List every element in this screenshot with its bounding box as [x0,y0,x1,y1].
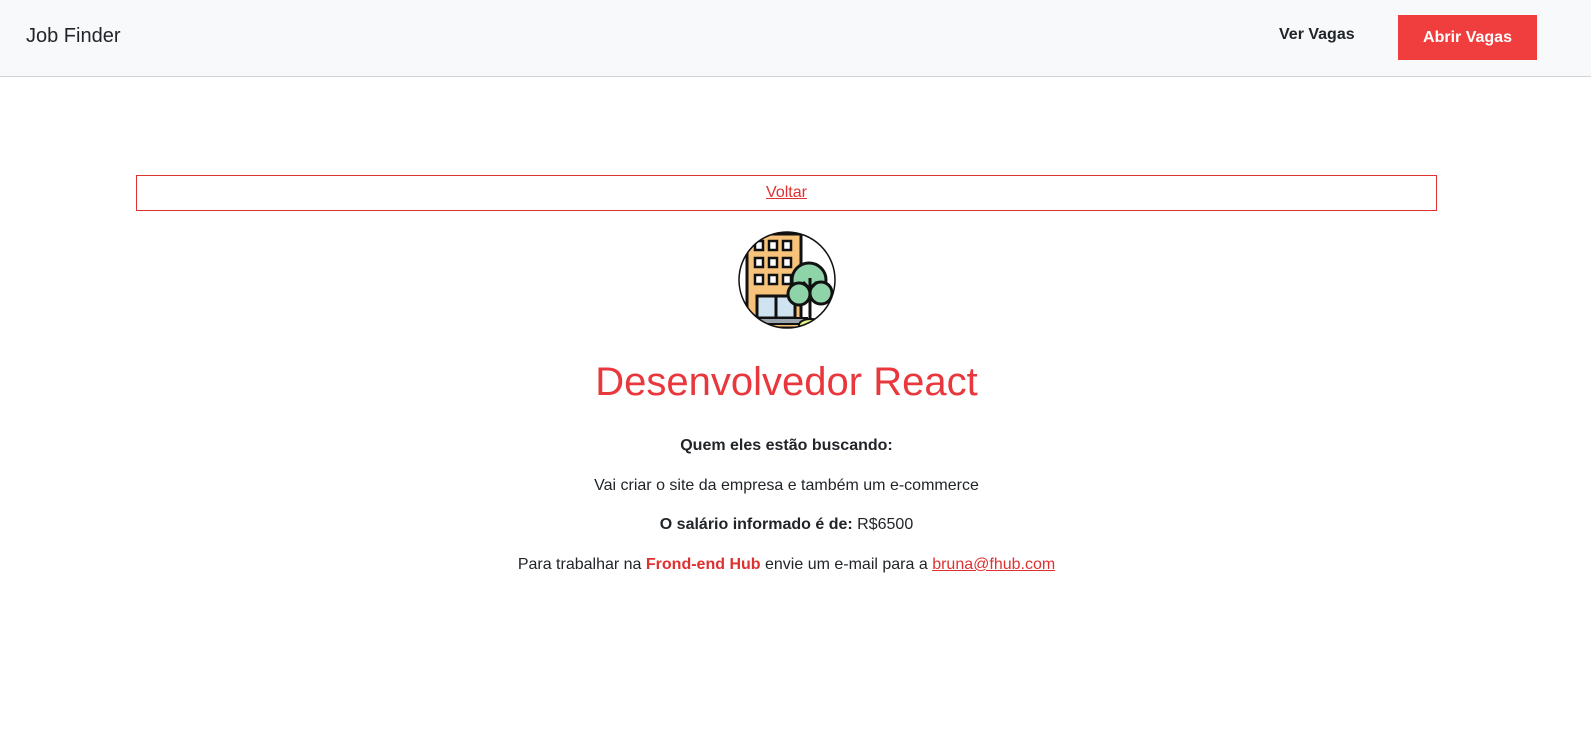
job-description: Vai criar o site da empresa e também um … [594,477,979,494]
back-container: Voltar [136,175,1437,211]
brand-link[interactable]: Job Finder [26,25,121,48]
looking-for-heading: Quem eles estão buscando: [680,437,893,454]
salary-value: R$6500 [857,516,914,533]
job-title: Desenvolvedor React [595,360,978,404]
company-building-icon [738,231,836,329]
company-name: Frond-end Hub [645,556,761,573]
contact-prefix: Para trabalhar na [517,556,642,573]
navbar: Job Finder Ver Vagas Abrir Vagas [0,0,1591,77]
ver-vagas-link[interactable]: Ver Vagas [1279,26,1355,44]
contact-line: Para trabalhar na Frond-end Hub envie um… [0,556,1573,574]
abrir-vagas-button[interactable]: Abrir Vagas [1398,15,1537,60]
contact-middle: envie um e-mail para a [765,556,928,573]
salary-line: O salário informado é de: R$6500 [0,516,1573,534]
back-link[interactable]: Voltar [766,184,807,202]
salary-label: O salário informado é de: [659,516,853,533]
email-link[interactable]: bruna@fhub.com [932,556,1055,573]
